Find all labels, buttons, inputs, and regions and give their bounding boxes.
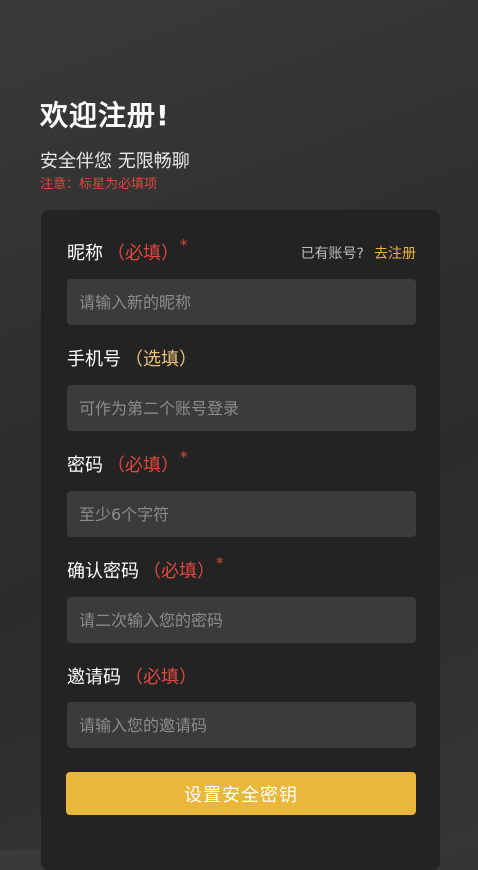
confirm-password-required-tag: （必填） — [143, 561, 215, 582]
password-required-star: * — [180, 448, 188, 466]
phone-label-text: 手机号 — [67, 349, 121, 370]
password-label-text: 密码 — [67, 455, 103, 476]
confirm-password-label-row: 确认密码 （必填）* — [67, 554, 416, 586]
invite-code-required-tag: （必填） — [125, 667, 197, 688]
phone-label-row: 手机号 （选填） — [67, 346, 416, 374]
nickname-required-tag: （必填） — [107, 243, 179, 264]
invite-code-label: 邀请码 （必填） — [67, 664, 197, 692]
go-register-link[interactable]: 去注册 — [374, 246, 416, 262]
page-subtitle: 安全伴您 无限畅聊 — [40, 151, 190, 172]
password-required-tag: （必填） — [107, 455, 179, 476]
invite-code-input[interactable] — [67, 702, 416, 748]
password-label-row: 密码 （必填）* — [67, 448, 416, 480]
invite-code-label-text: 邀请码 — [67, 667, 121, 688]
register-form: 昵称（必填）* 已有账号?去注册 手机号（选填） 密码（必填）* 确认密码（必填… — [41, 210, 440, 870]
set-security-key-button[interactable]: 设置安全密钥 — [66, 772, 416, 815]
nickname-label: 昵称 （必填）* — [67, 236, 188, 268]
phone-input[interactable] — [67, 385, 416, 431]
required-notice: 注意：标星为必填项 — [40, 177, 158, 192]
nickname-label-row: 昵称 （必填）* 已有账号? 去注册 — [67, 236, 416, 268]
page-header: 欢迎注册! 安全伴您 无限畅聊 注意：标星为必填项 — [40, 98, 440, 194]
invite-code-label-row: 邀请码 （必填） — [67, 664, 416, 692]
phone-label: 手机号 （选填） — [67, 346, 197, 374]
confirm-password-required-star: * — [216, 554, 224, 572]
password-input[interactable] — [67, 491, 416, 537]
login-hint-question: 已有账号? — [300, 246, 364, 262]
confirm-password-label-text: 确认密码 — [67, 561, 139, 582]
confirm-password-input[interactable] — [67, 597, 416, 643]
page-title: 欢迎注册! — [40, 99, 170, 132]
login-hint: 已有账号? 去注册 — [301, 242, 416, 266]
password-label: 密码 （必填）* — [67, 448, 188, 480]
phone-optional-tag: （选填） — [125, 349, 197, 370]
nickname-label-text: 昵称 — [67, 243, 103, 264]
confirm-password-label: 确认密码 （必填）* — [67, 554, 224, 586]
nickname-input[interactable] — [67, 279, 416, 325]
nickname-required-star: * — [180, 236, 188, 254]
